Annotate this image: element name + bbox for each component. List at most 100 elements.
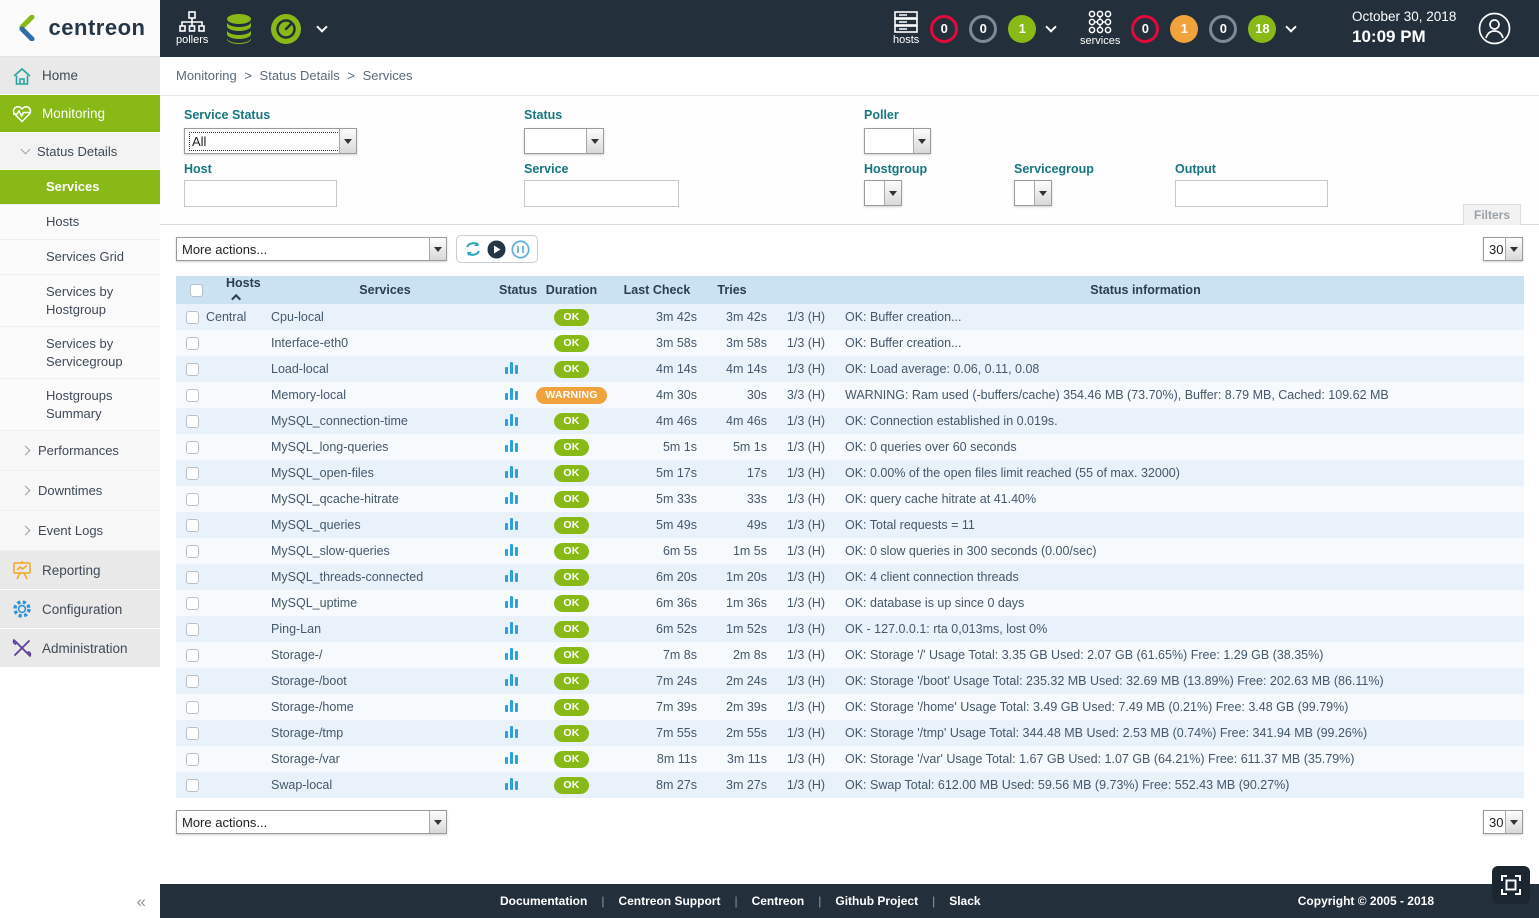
user-profile-icon[interactable]: [1478, 12, 1511, 45]
graph-icon[interactable]: [505, 492, 518, 504]
row-checkbox[interactable]: [186, 649, 199, 662]
service-status-select[interactable]: All: [184, 128, 357, 154]
row-checkbox[interactable]: [186, 493, 199, 506]
service-link[interactable]: MySQL_slow-queries: [271, 538, 499, 564]
sidebar-item-services-by-hostgroup[interactable]: Services by Hostgroup: [0, 275, 160, 327]
graph-icon[interactable]: [505, 726, 518, 738]
column-header-status-information[interactable]: Status information: [767, 276, 1524, 304]
row-checkbox[interactable]: [186, 311, 199, 324]
hosts-up-badge[interactable]: 1: [1008, 15, 1036, 43]
footer-link-github-project[interactable]: Github Project: [835, 894, 918, 908]
database-status-icon[interactable]: [224, 13, 254, 45]
service-link[interactable]: MySQL_uptime: [271, 590, 499, 616]
hosts-down-badge[interactable]: 0: [930, 15, 958, 43]
output-input[interactable]: [1175, 180, 1328, 207]
service-link[interactable]: MySQL_long-queries: [271, 434, 499, 460]
row-checkbox[interactable]: [186, 337, 199, 350]
gauge-status-icon[interactable]: [270, 13, 302, 45]
graph-icon[interactable]: [505, 362, 518, 374]
more-actions-select[interactable]: More actions...: [176, 237, 447, 261]
service-link[interactable]: Ping-Lan: [271, 616, 499, 642]
poller-select[interactable]: [864, 128, 931, 154]
service-link[interactable]: Storage-/: [271, 642, 499, 668]
hostgroup-select[interactable]: [864, 180, 902, 206]
column-header-last-check[interactable]: Last Check: [617, 276, 697, 304]
sidebar-item-services-by-servicegroup[interactable]: Services by Servicegroup: [0, 327, 160, 379]
graph-icon[interactable]: [505, 544, 518, 556]
column-header-tries[interactable]: Tries: [697, 276, 767, 304]
row-checkbox[interactable]: [186, 467, 199, 480]
status-select[interactable]: [524, 128, 604, 154]
service-link[interactable]: Cpu-local: [271, 304, 499, 330]
refresh-icon[interactable]: [464, 240, 482, 258]
row-checkbox[interactable]: [186, 623, 199, 636]
sidebar-item-services[interactable]: Services: [0, 170, 160, 205]
filters-tab[interactable]: Filters: [1463, 204, 1521, 225]
row-checkbox[interactable]: [186, 571, 199, 584]
play-icon[interactable]: [487, 240, 506, 259]
sidebar-item-administration[interactable]: Administration: [0, 629, 160, 668]
service-link[interactable]: Storage-/boot: [271, 668, 499, 694]
footer-link-centreon[interactable]: Centreon: [752, 894, 805, 908]
centreon-logo[interactable]: centreon: [0, 0, 160, 57]
services-chevron-down-icon[interactable]: [1286, 21, 1297, 32]
service-link[interactable]: MySQL_threads-connected: [271, 564, 499, 590]
servicegroup-select[interactable]: [1014, 180, 1052, 206]
row-checkbox[interactable]: [186, 519, 199, 532]
row-checkbox[interactable]: [186, 779, 199, 792]
graph-icon[interactable]: [505, 570, 518, 582]
services-ok-badge[interactable]: 18: [1248, 15, 1276, 43]
breadcrumb-item[interactable]: Services: [363, 68, 413, 83]
pause-icon[interactable]: [511, 240, 530, 259]
sidebar-item-home[interactable]: Home: [0, 57, 160, 95]
service-link[interactable]: Interface-eth0: [271, 330, 499, 356]
graph-icon[interactable]: [505, 518, 518, 530]
more-actions-select-bottom[interactable]: More actions...: [176, 810, 447, 834]
row-checkbox[interactable]: [186, 597, 199, 610]
service-link[interactable]: Memory-local: [271, 382, 499, 408]
graph-icon[interactable]: [505, 466, 518, 478]
graph-icon[interactable]: [505, 778, 518, 790]
sidebar-item-hostgroups-summary[interactable]: Hostgroups Summary: [0, 379, 160, 431]
page-size-select-bottom[interactable]: 30: [1483, 810, 1523, 834]
hosts-chevron-down-icon[interactable]: [1046, 21, 1057, 32]
service-link[interactable]: Load-local: [271, 356, 499, 382]
hosts-menu[interactable]: hosts: [893, 11, 919, 46]
sidebar-item-downtimes[interactable]: Downtimes: [0, 471, 160, 511]
row-checkbox[interactable]: [186, 415, 199, 428]
service-link[interactable]: MySQL_qcache-hitrate: [271, 486, 499, 512]
graph-icon[interactable]: [505, 674, 518, 686]
sidebar-item-monitoring[interactable]: Monitoring: [0, 95, 160, 133]
fullscreen-button[interactable]: [1492, 866, 1530, 904]
breadcrumb-item[interactable]: Status Details: [260, 68, 340, 83]
sidebar-item-performances[interactable]: Performances: [0, 431, 160, 471]
graph-icon[interactable]: [505, 414, 518, 426]
graph-icon[interactable]: [505, 388, 518, 400]
sidebar-item-event-logs[interactable]: Event Logs: [0, 511, 160, 551]
footer-link-centreon-support[interactable]: Centreon Support: [618, 894, 720, 908]
breadcrumb-item[interactable]: Monitoring: [176, 68, 237, 83]
footer-link-slack[interactable]: Slack: [949, 894, 980, 908]
pollers-menu[interactable]: pollers: [176, 11, 208, 46]
service-link[interactable]: Storage-/var: [271, 746, 499, 772]
services-critical-badge[interactable]: 0: [1131, 15, 1159, 43]
service-input[interactable]: [524, 180, 679, 207]
hosts-unreachable-badge[interactable]: 0: [969, 15, 997, 43]
column-header-hosts[interactable]: Hosts: [206, 276, 271, 304]
page-size-select-top[interactable]: 30: [1483, 237, 1523, 261]
host-cell[interactable]: Central: [206, 304, 271, 330]
sidebar-item-hosts[interactable]: Hosts: [0, 205, 160, 240]
graph-icon[interactable]: [505, 622, 518, 634]
graph-icon[interactable]: [505, 596, 518, 608]
sidebar-collapse-button[interactable]: «: [137, 892, 146, 912]
column-header-duration[interactable]: Duration: [526, 276, 617, 304]
service-link[interactable]: MySQL_open-files: [271, 460, 499, 486]
service-link[interactable]: Storage-/home: [271, 694, 499, 720]
row-checkbox[interactable]: [186, 753, 199, 766]
select-all-checkbox[interactable]: [190, 284, 203, 297]
sidebar-item-services-grid[interactable]: Services Grid: [0, 240, 160, 275]
sidebar-item-reporting[interactable]: Reporting: [0, 551, 160, 590]
row-checkbox[interactable]: [186, 675, 199, 688]
sidebar-item-status-details[interactable]: Status Details: [0, 133, 160, 170]
service-link[interactable]: MySQL_queries: [271, 512, 499, 538]
